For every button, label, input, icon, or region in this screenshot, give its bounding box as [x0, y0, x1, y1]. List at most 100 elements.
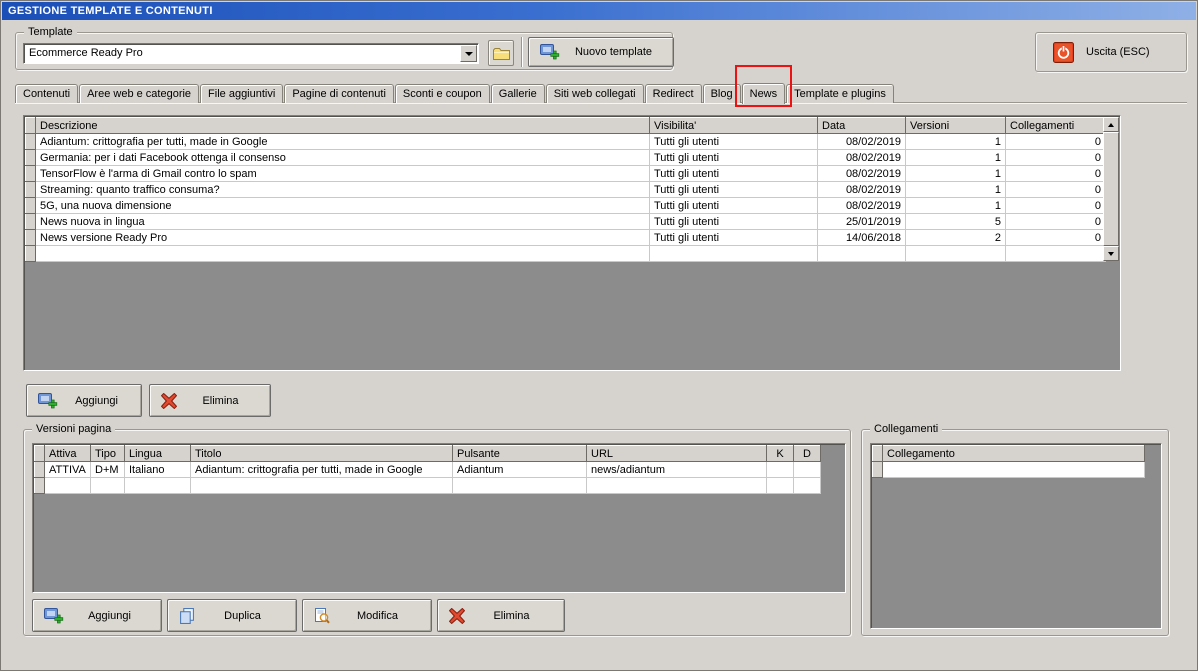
row-gutter: [25, 181, 36, 198]
cell-versioni: 1: [905, 197, 1006, 214]
column-header-url[interactable]: URL: [586, 445, 767, 462]
cell-visibilita: Tutti gli utenti: [649, 197, 818, 214]
tab-blog[interactable]: Blog: [702, 84, 741, 103]
tab-gallerie[interactable]: Gallerie: [490, 84, 545, 103]
combobox-dropdown-button[interactable]: [460, 45, 477, 62]
cell-collegamenti: 0: [1005, 133, 1106, 150]
row-gutter-header: [872, 445, 883, 462]
cell-attiva: ATTIVA: [44, 461, 91, 478]
cell-versioni: 2: [905, 229, 1006, 246]
template-combobox-value: Ecommerce Ready Pro: [29, 47, 143, 59]
exit-group: Uscita (ESC): [1035, 32, 1187, 72]
version-delete-button[interactable]: Elimina: [437, 599, 565, 632]
version-edit-label: Modifica: [357, 609, 398, 622]
column-header-versioni[interactable]: Versioni: [905, 117, 1006, 134]
version-edit-button[interactable]: Modifica: [302, 599, 432, 632]
cell-versioni: 1: [905, 165, 1006, 182]
version-add-label: Aggiungi: [88, 609, 131, 622]
cell-data: 08/02/2019: [817, 149, 906, 166]
news-row[interactable]: TensorFlow è l'arma di Gmail contro lo s…: [25, 165, 1106, 182]
cell-k: [766, 461, 794, 478]
app-window: GESTIONE TEMPLATE E CONTENUTI Template E…: [0, 0, 1198, 671]
cell-collegamenti: 0: [1005, 149, 1106, 166]
news-table-header: Descrizione Visibilita' Data Versioni Co…: [25, 117, 1106, 134]
row-gutter-header: [34, 445, 45, 462]
column-header-titolo[interactable]: Titolo: [190, 445, 453, 462]
news-row[interactable]: Streaming: quanto traffico consuma? Tutt…: [25, 181, 1106, 198]
news-row[interactable]: News nuova in lingua Tutti gli utenti 25…: [25, 213, 1106, 230]
tab-redirect[interactable]: Redirect: [644, 84, 702, 103]
exit-button[interactable]: Uscita (ESC): [1039, 36, 1183, 68]
tab-template-e-plugins[interactable]: Template e plugins: [786, 84, 894, 103]
chevron-down-icon: [464, 51, 473, 56]
cell-visibilita: Tutti gli utenti: [649, 213, 818, 230]
add-icon: [38, 392, 58, 409]
versions-group-label: Versioni pagina: [32, 423, 116, 435]
news-row[interactable]: News versione Ready Pro Tutti gli utenti…: [25, 229, 1106, 246]
links-group-label: Collegamenti: [870, 423, 943, 435]
add-icon: [44, 607, 64, 624]
tab-pagine-di-contenuti[interactable]: Pagine di contenuti: [284, 84, 394, 103]
row-gutter: [25, 165, 36, 182]
new-template-button[interactable]: Nuovo template: [528, 37, 674, 67]
add-news-button[interactable]: Aggiungi: [26, 384, 142, 417]
cell-url: news/adiantum: [586, 461, 767, 478]
row-gutter: [34, 461, 45, 478]
tab-contenuti[interactable]: Contenuti: [15, 84, 79, 103]
column-header-d[interactable]: D: [793, 445, 821, 462]
scroll-up-button[interactable]: [1103, 117, 1119, 132]
version-duplicate-label: Duplica: [224, 609, 261, 622]
link-row-empty: [872, 461, 1145, 478]
news-table: Descrizione Visibilita' Data Versioni Co…: [25, 117, 1106, 262]
cell-lingua: Italiano: [124, 461, 191, 478]
cell-visibilita: Tutti gli utenti: [649, 229, 818, 246]
cell-versioni: 5: [905, 213, 1006, 230]
cell-descrizione: News versione Ready Pro: [35, 229, 650, 246]
news-row[interactable]: Adiantum: crittografia per tutti, made i…: [25, 133, 1106, 150]
tab-siti-web-collegati[interactable]: Siti web collegati: [545, 84, 644, 103]
delete-icon: [449, 607, 465, 624]
window-title: GESTIONE TEMPLATE E CONTENUTI: [8, 5, 213, 17]
vertical-scrollbar[interactable]: [1103, 117, 1119, 261]
cell-collegamenti: 0: [1005, 229, 1106, 246]
column-header-visibilita[interactable]: Visibilita': [649, 117, 818, 134]
cell-collegamenti: 0: [1005, 197, 1106, 214]
version-add-button[interactable]: Aggiungi: [32, 599, 162, 632]
column-header-collegamenti[interactable]: Collegamenti: [1005, 117, 1106, 134]
versions-group: Versioni pagina Attiva Tipo Lingua Titol…: [23, 423, 851, 636]
delete-news-button[interactable]: Elimina: [149, 384, 271, 417]
column-header-pulsante[interactable]: Pulsante: [452, 445, 587, 462]
scrollbar-thumb[interactable]: [1103, 132, 1119, 246]
cell-data: 14/06/2018: [817, 229, 906, 246]
open-template-button[interactable]: [488, 40, 514, 66]
scroll-down-button[interactable]: [1103, 246, 1119, 261]
version-row[interactable]: ATTIVA D+M Italiano Adiantum: crittograf…: [34, 461, 821, 478]
cell-visibilita: Tutti gli utenti: [649, 133, 818, 150]
tab-file-aggiuntivi[interactable]: File aggiuntivi: [200, 84, 284, 103]
column-header-collegamento[interactable]: Collegamento: [882, 445, 1145, 462]
cell-collegamenti: 0: [1005, 213, 1106, 230]
column-header-tipo[interactable]: Tipo: [90, 445, 125, 462]
version-duplicate-button[interactable]: Duplica: [167, 599, 297, 632]
column-header-k[interactable]: K: [766, 445, 794, 462]
column-header-lingua[interactable]: Lingua: [124, 445, 191, 462]
versions-panel: Attiva Tipo Lingua Titolo Pulsante URL K…: [32, 443, 846, 593]
row-gutter: [25, 229, 36, 246]
tab-aree-web-e-categorie[interactable]: Aree web e categorie: [79, 84, 200, 103]
cell-versioni: 1: [905, 133, 1006, 150]
column-header-attiva[interactable]: Attiva: [44, 445, 91, 462]
links-panel: Collegamento: [870, 443, 1162, 629]
cell-d: [793, 461, 821, 478]
new-template-icon: [540, 44, 560, 60]
news-row[interactable]: 5G, una nuova dimensione Tutti gli utent…: [25, 197, 1106, 214]
versions-table: Attiva Tipo Lingua Titolo Pulsante URL K…: [34, 445, 821, 494]
template-combobox[interactable]: Ecommerce Ready Pro: [23, 43, 479, 64]
column-header-data[interactable]: Data: [817, 117, 906, 134]
tab-sconti-e-coupon[interactable]: Sconti e coupon: [394, 84, 490, 103]
row-gutter: [25, 149, 36, 166]
news-row[interactable]: Germania: per i dati Facebook ottenga il…: [25, 149, 1106, 166]
column-header-descrizione[interactable]: Descrizione: [35, 117, 650, 134]
news-tab-annotation: [734, 65, 793, 107]
cell-descrizione: Adiantum: crittografia per tutti, made i…: [35, 133, 650, 150]
tab-news[interactable]: News: [734, 65, 793, 107]
